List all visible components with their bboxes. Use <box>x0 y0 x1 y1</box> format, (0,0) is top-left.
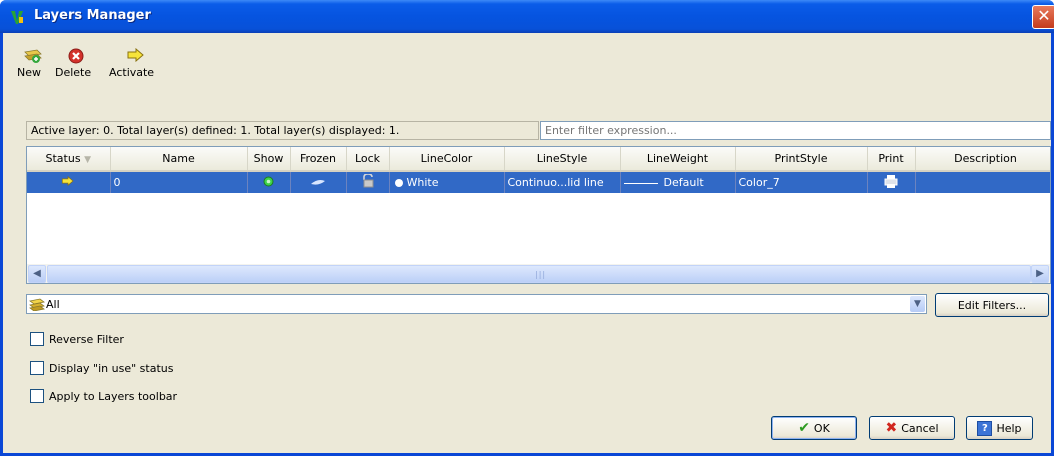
col-frozen[interactable]: Frozen <box>290 147 347 172</box>
horizontal-scrollbar[interactable]: ◀ ||| ▶ <box>27 264 1050 283</box>
title-bar[interactable]: Layers Manager ✕ <box>0 0 1054 33</box>
col-lock[interactable]: Lock <box>346 147 390 172</box>
window-title: Layers Manager <box>34 8 151 23</box>
linecolor-label: White <box>406 176 439 189</box>
unlock-icon <box>362 173 373 188</box>
printer-icon <box>884 174 898 188</box>
activate-label: Activate <box>109 66 155 79</box>
sort-arrow-icon: ▼ <box>84 155 91 165</box>
ok-label: OK <box>813 421 830 435</box>
sun-unfrozen-icon <box>311 180 325 185</box>
scroll-thumb[interactable]: ||| <box>47 265 1031 283</box>
reverse-filter-label: Reverse Filter <box>49 332 124 346</box>
reverse-filter-checkbox[interactable]: Reverse Filter <box>30 332 124 346</box>
arrow-right-icon <box>127 48 144 62</box>
check-icon: ✔ <box>798 420 810 436</box>
display-in-use-checkbox[interactable]: Display "in use" status <box>30 361 173 375</box>
checkbox-box[interactable] <box>30 389 44 403</box>
new-layer-icon <box>24 49 42 63</box>
show-cell[interactable] <box>247 171 291 193</box>
cancel-button[interactable]: ✖ Cancel <box>869 416 955 440</box>
delete-icon <box>68 48 84 64</box>
close-icon[interactable]: ✕ <box>1032 5 1054 29</box>
col-description[interactable]: Description <box>915 147 1050 172</box>
help-icon: ? <box>977 420 993 436</box>
color-swatch <box>394 179 403 187</box>
apply-toolbar-checkbox[interactable]: Apply to Layers toolbar <box>30 389 177 403</box>
col-status[interactable]: Status ▼ <box>27 147 111 172</box>
help-label: Help <box>996 421 1022 435</box>
apply-toolbar-label: Apply to Layers toolbar <box>49 389 178 403</box>
filter-layers-icon <box>29 298 45 311</box>
table-row[interactable]: 0 White Continuo...lid line Default Colo… <box>27 171 1050 193</box>
filter-expression-input[interactable] <box>540 121 1051 140</box>
print-cell[interactable] <box>867 171 916 193</box>
delete-button[interactable]: Delete <box>55 48 92 79</box>
activate-button[interactable]: Activate <box>109 48 155 79</box>
chevron-down-icon[interactable]: ▼ <box>910 296 925 312</box>
description-cell[interactable] <box>915 171 1050 193</box>
status-summary: Active layer: 0. Total layer(s) defined:… <box>26 121 539 140</box>
frozen-cell[interactable] <box>290 171 347 193</box>
layer-filter-select[interactable]: All ▼ <box>26 294 927 314</box>
printstyle-cell[interactable]: Color_7 <box>735 171 868 193</box>
active-arrow-icon <box>62 175 74 187</box>
col-name[interactable]: Name <box>110 147 248 172</box>
ok-button[interactable]: ✔ OK <box>771 416 857 440</box>
lineweight-label: Default <box>663 176 704 189</box>
scroll-left-icon[interactable]: ◀ <box>28 265 46 283</box>
linecolor-cell[interactable]: White <box>389 171 505 193</box>
linestyle-cell[interactable]: Continuo...lid line <box>504 171 621 193</box>
name-cell[interactable]: 0 <box>110 171 248 193</box>
new-label: New <box>17 66 41 79</box>
app-icon <box>11 11 23 24</box>
layers-table: Status ▼ Name Show Frozen Lock LineColor… <box>26 146 1051 284</box>
col-linestyle[interactable]: LineStyle <box>504 147 621 172</box>
new-button[interactable]: New <box>17 49 42 79</box>
col-print[interactable]: Print <box>867 147 916 172</box>
layers-manager-window: Layers Manager ✕ New Delete Activate Act… <box>0 0 1054 456</box>
lock-cell[interactable] <box>346 171 390 193</box>
status-cell[interactable] <box>27 171 111 193</box>
scroll-right-icon[interactable]: ▶ <box>1031 265 1049 283</box>
col-linecolor[interactable]: LineColor <box>389 147 505 172</box>
help-button[interactable]: ? Help <box>966 416 1033 440</box>
col-printstyle[interactable]: PrintStyle <box>735 147 868 172</box>
filter-value: All <box>46 298 60 311</box>
visible-bulb-icon <box>263 176 274 186</box>
lineweight-cell[interactable]: Default <box>620 171 736 193</box>
weight-line <box>623 182 658 184</box>
grip-icon: ||| <box>535 270 547 279</box>
delete-label: Delete <box>55 66 92 79</box>
col-lineweight[interactable]: LineWeight <box>620 147 736 172</box>
display-in-use-label: Display "in use" status <box>49 361 174 375</box>
cancel-label: Cancel <box>901 421 939 435</box>
table-header: Status ▼ Name Show Frozen Lock LineColor… <box>27 147 1050 172</box>
x-icon: ✖ <box>885 420 898 436</box>
checkbox-box[interactable] <box>30 332 44 346</box>
checkbox-box[interactable] <box>30 361 44 375</box>
col-show[interactable]: Show <box>247 147 291 172</box>
edit-filters-button[interactable]: Edit Filters... <box>935 293 1049 317</box>
